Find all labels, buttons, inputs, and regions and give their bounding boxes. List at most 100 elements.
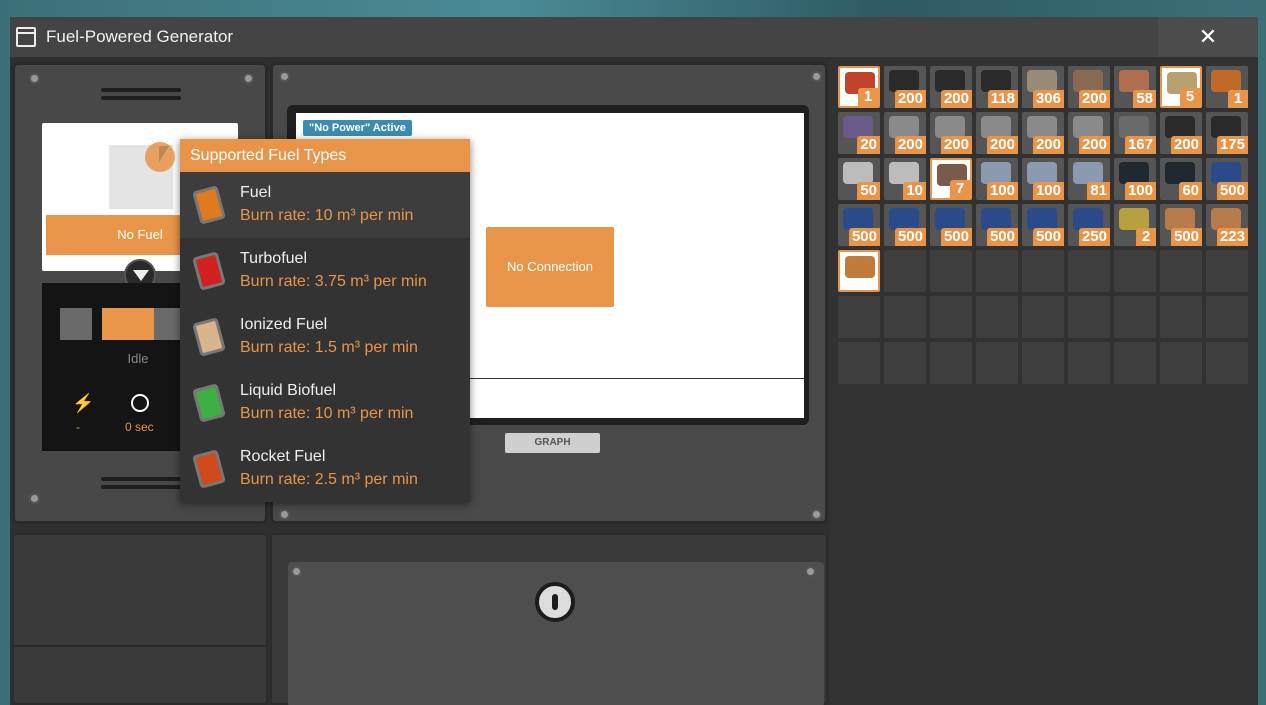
- inventory-slot[interactable]: 500: [1206, 158, 1248, 200]
- inventory-slot[interactable]: [884, 296, 926, 338]
- indicator-active: [102, 308, 154, 340]
- inventory-slot[interactable]: 500: [884, 204, 926, 246]
- inventory-slot[interactable]: [1068, 342, 1110, 384]
- item-icon: [889, 70, 919, 92]
- item-count: 60: [1179, 182, 1202, 200]
- fuel-rate: Burn rate: 10 m³ per min: [240, 405, 414, 422]
- title-bar: Fuel-Powered Generator ✕: [10, 17, 1258, 57]
- item-icon: [981, 208, 1011, 230]
- inventory-slot[interactable]: 500: [930, 204, 972, 246]
- inventory-slot[interactable]: 50: [838, 158, 880, 200]
- inventory-slot[interactable]: [1160, 296, 1202, 338]
- inventory-slot[interactable]: 167: [1114, 112, 1156, 154]
- item-icon: [1027, 208, 1057, 230]
- inventory-slot[interactable]: 200: [976, 112, 1018, 154]
- inventory-slot[interactable]: [976, 250, 1018, 292]
- inventory-slot[interactable]: [930, 296, 972, 338]
- inventory-slot[interactable]: [1114, 250, 1156, 292]
- inventory-slot[interactable]: [884, 342, 926, 384]
- fuel-canister-icon: [192, 185, 226, 225]
- lock-icon[interactable]: [535, 582, 575, 622]
- inventory-slot[interactable]: [1022, 342, 1064, 384]
- inventory-slot[interactable]: [838, 342, 880, 384]
- inventory-slot[interactable]: [1022, 296, 1064, 338]
- graph-tab[interactable]: GRAPH: [505, 433, 600, 453]
- inventory-slot[interactable]: 60: [1160, 158, 1202, 200]
- inventory-slot[interactable]: 81: [1068, 158, 1110, 200]
- item-count: 500: [1216, 182, 1248, 200]
- inventory-slot[interactable]: [884, 250, 926, 292]
- inventory-slot[interactable]: 58: [1114, 66, 1156, 108]
- item-count: 81: [1087, 182, 1110, 200]
- inventory-slot[interactable]: 250: [1068, 204, 1110, 246]
- inventory-slot[interactable]: 200: [1160, 112, 1202, 154]
- screw-icon: [279, 71, 290, 82]
- inventory-slot[interactable]: [976, 296, 1018, 338]
- inventory-slot[interactable]: 200: [930, 112, 972, 154]
- inventory-slot[interactable]: [1160, 342, 1202, 384]
- inventory-slot[interactable]: [838, 250, 880, 292]
- inventory-slot[interactable]: [1114, 342, 1156, 384]
- inventory-slot[interactable]: [1206, 296, 1248, 338]
- inventory-slot[interactable]: 10: [884, 158, 926, 200]
- item-icon: [1027, 116, 1057, 138]
- inventory-slot[interactable]: 7: [930, 158, 972, 200]
- turbofuel-canister-icon: [192, 251, 226, 291]
- inventory-slot[interactable]: [1068, 250, 1110, 292]
- inventory-slot[interactable]: 5: [1160, 66, 1202, 108]
- no-connection-box: No Connection: [486, 227, 614, 307]
- mouse-cursor-icon: [145, 142, 175, 172]
- inventory-slot[interactable]: [1022, 250, 1064, 292]
- inventory-slot[interactable]: 20: [838, 112, 880, 154]
- inventory-slot[interactable]: [1068, 296, 1110, 338]
- inventory-slot[interactable]: [838, 296, 880, 338]
- inventory-slot[interactable]: 500: [1160, 204, 1202, 246]
- inventory-slot[interactable]: 100: [1022, 158, 1064, 200]
- background: [0, 0, 1266, 18]
- item-count: 200: [940, 90, 972, 108]
- item-icon: [1119, 70, 1149, 92]
- divider: [14, 645, 266, 647]
- item-count: 100: [986, 182, 1018, 200]
- inventory-slot[interactable]: 175: [1206, 112, 1248, 154]
- item-count: 5: [1180, 88, 1200, 106]
- inventory-slot[interactable]: 200: [930, 66, 972, 108]
- inventory-slot[interactable]: [930, 250, 972, 292]
- inventory-slot[interactable]: 100: [976, 158, 1018, 200]
- inventory-slot[interactable]: 500: [1022, 204, 1064, 246]
- close-button[interactable]: ✕: [1158, 17, 1258, 57]
- inventory-slot[interactable]: [1206, 342, 1248, 384]
- inventory-slot[interactable]: 2: [1114, 204, 1156, 246]
- inventory-slot[interactable]: 500: [976, 204, 1018, 246]
- fuel-rate: Burn rate: 1.5 m³ per min: [240, 339, 418, 356]
- inventory-slot[interactable]: 223: [1206, 204, 1248, 246]
- vent: [101, 477, 181, 481]
- item-icon: [843, 208, 873, 230]
- indicator-block: [60, 308, 92, 340]
- screw-icon: [811, 509, 822, 520]
- vent: [101, 88, 181, 92]
- inventory-slot[interactable]: [1206, 250, 1248, 292]
- inventory-slot[interactable]: 1: [838, 66, 880, 108]
- inventory-slot[interactable]: 100: [1114, 158, 1156, 200]
- inventory-slot[interactable]: 200: [1022, 112, 1064, 154]
- item-count: 500: [848, 228, 880, 246]
- rocket-fuel-canister-icon: [192, 449, 226, 489]
- item-icon: [1027, 70, 1057, 92]
- inventory-slot[interactable]: 200: [1068, 66, 1110, 108]
- inventory-slot[interactable]: 306: [1022, 66, 1064, 108]
- inventory-slot[interactable]: 200: [884, 66, 926, 108]
- inventory-slot[interactable]: 200: [1068, 112, 1110, 154]
- item-icon: [981, 70, 1011, 92]
- inventory-slot[interactable]: 200: [884, 112, 926, 154]
- inventory-slot[interactable]: [1114, 296, 1156, 338]
- inventory-slot[interactable]: [1160, 250, 1202, 292]
- inventory-slot[interactable]: [930, 342, 972, 384]
- tooltip-header: Supported Fuel Types: [180, 139, 470, 172]
- inventory-slot[interactable]: [976, 342, 1018, 384]
- inventory-slot[interactable]: 500: [838, 204, 880, 246]
- screw-icon: [29, 493, 40, 504]
- inventory-slot[interactable]: 1: [1206, 66, 1248, 108]
- inventory-slot[interactable]: 118: [976, 66, 1018, 108]
- item-icon: [1165, 208, 1195, 230]
